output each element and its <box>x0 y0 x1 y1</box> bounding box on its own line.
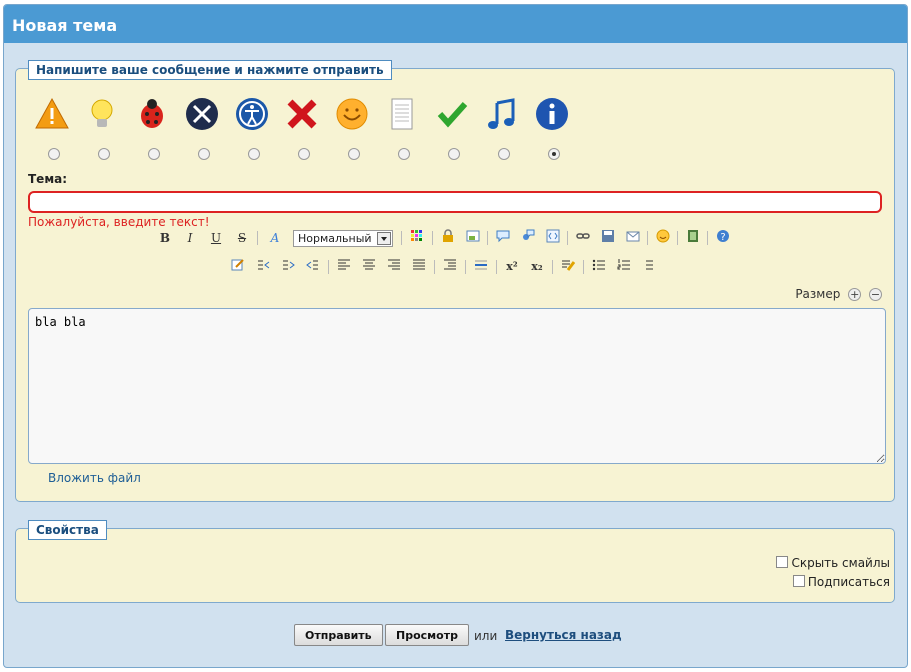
font-size-select-value: Нормальный <box>298 232 372 245</box>
subject-error: Пожалуйста, введите текст! <box>28 215 210 229</box>
post-icon-music[interactable] <box>482 97 522 131</box>
underline-button[interactable]: U <box>207 229 225 247</box>
post-icon-radio[interactable] <box>398 148 410 160</box>
window-title: Новая тема <box>4 5 907 43</box>
message-fieldset: Напишите ваше сообщение и нажмите отправ… <box>15 60 895 502</box>
svg-text:?: ? <box>720 232 725 243</box>
hide-smileys-label: Скрыть смайлы <box>791 556 890 570</box>
or-text: или <box>474 629 498 643</box>
attach-file-link[interactable]: Вложить файл <box>48 471 141 485</box>
post-icon-checkmark[interactable] <box>432 97 472 131</box>
help-icon[interactable]: ? <box>714 229 732 247</box>
post-icon-radio[interactable] <box>48 148 60 160</box>
strikethrough-button[interactable]: S <box>233 229 251 247</box>
emoticon-icon[interactable] <box>654 229 672 247</box>
post-icon-tools[interactable] <box>182 97 222 131</box>
post-icon-accessibility[interactable] <box>232 97 272 131</box>
hide-smileys-checkbox[interactable] <box>776 556 789 568</box>
smiley-icon <box>336 98 368 130</box>
lightbulb-icon <box>91 99 113 127</box>
bold-button[interactable]: B <box>156 229 174 247</box>
decrease-size-icon[interactable]: − <box>869 288 882 301</box>
post-icon-radio-selected[interactable] <box>548 148 560 160</box>
code-icon[interactable] <box>544 229 562 247</box>
accessibility-icon <box>236 98 268 130</box>
font-color-icon[interactable]: A <box>266 229 284 247</box>
properties-fieldset: Свойства Скрыть смайлы Подписаться <box>15 520 895 603</box>
align-left-icon[interactable] <box>335 258 353 276</box>
save-icon[interactable] <box>599 229 617 247</box>
properties-legend: Свойства <box>28 520 107 540</box>
numbered-list-icon[interactable] <box>615 258 633 276</box>
indent-left-icon[interactable] <box>254 258 272 276</box>
post-icon-smiley[interactable] <box>332 97 372 131</box>
superscript-icon[interactable]: x² <box>503 258 521 276</box>
edit-icon[interactable] <box>229 258 247 276</box>
post-icon-radio[interactable] <box>98 148 110 160</box>
new-topic-window: Новая тема Напишите ваше сообщение и наж… <box>3 4 908 668</box>
message-body-textarea[interactable]: bla bla <box>28 308 886 464</box>
music-note-icon <box>488 98 515 129</box>
post-icon-radio[interactable] <box>198 148 210 160</box>
cross-icon <box>287 99 317 129</box>
align-justify-icon[interactable] <box>410 258 428 276</box>
color-palette-icon[interactable] <box>408 229 426 247</box>
post-icon-radio[interactable] <box>248 148 260 160</box>
hide-smileys-option[interactable]: Скрыть смайлы <box>776 556 890 570</box>
tools-icon <box>186 98 218 130</box>
align-right-icon[interactable] <box>385 258 403 276</box>
post-icon-radio[interactable] <box>148 148 160 160</box>
subject-label: Тема: <box>28 172 68 186</box>
warning-icon <box>35 97 69 129</box>
editor-toolbar-row-1: B I U S A Нормальный ? <box>156 229 776 251</box>
post-icon-lightbulb[interactable] <box>82 97 122 131</box>
editor-toolbar-row-2: x² x₂ <box>229 258 689 280</box>
quote-icon[interactable] <box>494 229 512 247</box>
post-icon-radio[interactable] <box>298 148 310 160</box>
subscript-icon[interactable]: x₂ <box>528 258 546 276</box>
post-icon-bug[interactable] <box>132 97 172 131</box>
align-center-icon[interactable] <box>360 258 378 276</box>
email-icon[interactable] <box>624 229 642 247</box>
horizontal-rule-icon[interactable] <box>472 258 490 276</box>
list-item-icon[interactable] <box>640 258 658 276</box>
post-icon-cross[interactable] <box>282 97 322 131</box>
preview-button[interactable]: Просмотр <box>385 624 469 646</box>
chevron-down-icon <box>377 232 391 245</box>
bullet-list-icon[interactable] <box>590 258 608 276</box>
checkmark-icon <box>437 101 468 128</box>
sign-label: Подписаться <box>807 575 890 589</box>
bug-icon <box>141 99 163 128</box>
message-legend: Напишите ваше сообщение и нажмите отправ… <box>28 60 392 80</box>
post-icon-radio[interactable] <box>348 148 360 160</box>
post-icon-document[interactable] <box>382 97 422 131</box>
post-icon-radio[interactable] <box>448 148 460 160</box>
block-icon[interactable] <box>441 258 459 276</box>
user-quote-icon[interactable] <box>519 229 537 247</box>
post-icon-radio[interactable] <box>498 148 510 160</box>
sign-checkbox[interactable] <box>792 575 805 587</box>
font-size-select[interactable]: Нормальный <box>293 230 393 247</box>
sign-option[interactable]: Подписаться <box>792 575 890 589</box>
lock-icon[interactable] <box>439 229 457 247</box>
info-icon <box>536 98 568 130</box>
post-icon-warning[interactable] <box>32 97 72 131</box>
outdent-icon[interactable] <box>304 258 322 276</box>
indent-right-icon[interactable] <box>279 258 297 276</box>
size-label: Размер <box>795 287 841 301</box>
increase-size-icon[interactable]: + <box>848 288 862 301</box>
submit-button[interactable]: Отправить <box>294 624 383 646</box>
link-icon[interactable] <box>574 229 592 247</box>
go-back-link[interactable]: Вернуться назад <box>505 628 622 642</box>
textarea-size-control: Размер + − <box>795 287 882 301</box>
italic-button[interactable]: I <box>181 229 199 247</box>
video-icon[interactable] <box>684 229 702 247</box>
post-icon-info[interactable] <box>532 97 572 131</box>
document-icon <box>391 98 413 130</box>
highlight-icon[interactable] <box>559 258 577 276</box>
insert-image-icon[interactable] <box>464 229 482 247</box>
subject-input[interactable] <box>28 191 882 213</box>
